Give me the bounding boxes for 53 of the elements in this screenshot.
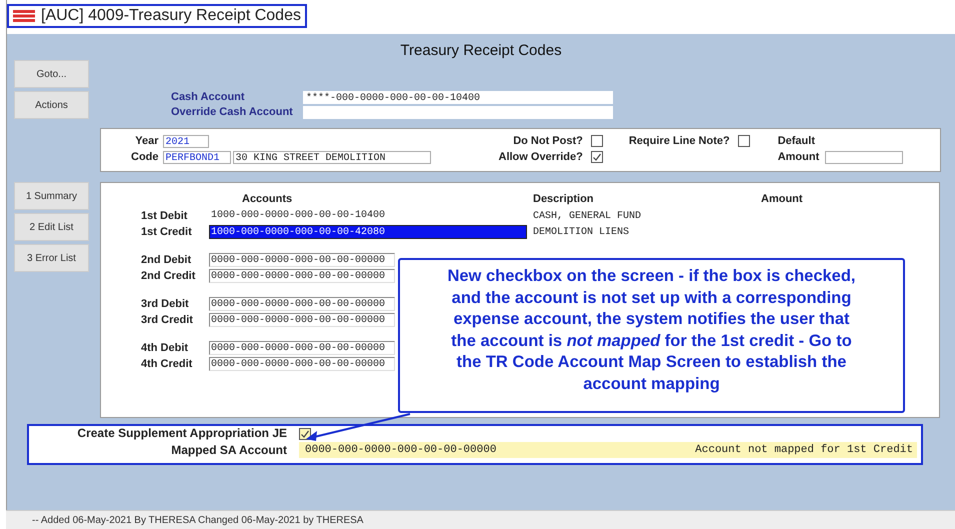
- field-label: Year: [134, 135, 158, 148]
- row-label: 4th Debit: [141, 342, 190, 354]
- code-description-field[interactable]: 30 KING STREET DEMOLITION: [232, 151, 430, 164]
- account-field[interactable]: 0000-000-0000-000-00-00-00000: [209, 297, 395, 311]
- side-button[interactable]: Actions: [14, 91, 89, 119]
- row-label: 3rd Credit: [141, 314, 194, 326]
- field-label: Default: [778, 135, 816, 148]
- field-label: Amount: [778, 151, 820, 164]
- column-header: Description: [533, 193, 595, 207]
- screen-title: Treasury Receipt Codes: [399, 42, 563, 60]
- account-field[interactable]: 0000-000-0000-000-00-00-00000: [209, 269, 395, 283]
- account-field[interactable]: 1000-000-0000-000-00-00-42080: [209, 225, 527, 239]
- year-field[interactable]: 2021: [162, 135, 208, 148]
- row-label: 1st Debit: [141, 210, 188, 222]
- checkbox[interactable]: [738, 135, 750, 147]
- field-label: Override Cash Account: [171, 106, 294, 119]
- checkbox-label: Do Not Post?: [512, 135, 583, 148]
- row-label: 2nd Credit: [141, 270, 196, 282]
- account-field[interactable]: 0000-000-0000-000-00-00-00000: [209, 357, 395, 371]
- checkbox[interactable]: [590, 135, 603, 147]
- account-number: 1000-000-0000-000-00-00-10400: [210, 209, 386, 223]
- callout-note: New checkbox on the screen - if the box is checked, and the account is not set up with a corresponding expense account, the system notifies the user that the account is not mapped for the 1st credit - Go to the TR Code Account Map Screen to establish the account mapping: [398, 258, 905, 413]
- account-description: CASH, GENERAL FUND: [533, 210, 642, 222]
- account-field[interactable]: 0000-000-0000-000-00-00-00000: [209, 313, 395, 327]
- account-description: DEMOLITION LIENS: [533, 226, 630, 238]
- row-label: 3rd Debit: [141, 298, 190, 310]
- app-logo-icon: [13, 10, 35, 22]
- column-header: Accounts: [242, 193, 294, 207]
- side-button[interactable]: 1 Summary: [14, 182, 89, 210]
- side-button[interactable]: 2 Edit List: [14, 213, 89, 241]
- override-cash-account-field[interactable]: [303, 106, 613, 119]
- field-label: Code: [131, 151, 158, 164]
- default-amount-field[interactable]: [825, 151, 904, 164]
- field-label: Cash Account: [171, 91, 246, 104]
- cash-account-field[interactable]: ****-000-0000-000-00-00-10400: [303, 91, 613, 104]
- status-bar: -- Added 06-May-2021 By THERESA Changed 06-May-2021 by THERESA: [6, 510, 955, 529]
- row-label: 2nd Debit: [141, 254, 192, 266]
- row-label: 4th Credit: [141, 358, 194, 370]
- code-field[interactable]: PERFBOND1: [162, 151, 230, 164]
- row-label: 1st Credit: [141, 226, 193, 238]
- column-header: Amount: [761, 193, 803, 207]
- account-field[interactable]: 0000-000-0000-000-00-00-00000: [209, 253, 395, 267]
- checkbox-label: Require Line Note?: [628, 135, 730, 148]
- side-button[interactable]: 3 Error List: [14, 244, 89, 272]
- checkbox[interactable]: [590, 151, 603, 163]
- field-label: Mapped SA Account: [170, 444, 287, 456]
- side-button[interactable]: Goto...: [14, 60, 89, 88]
- checkbox-label: Create Supplement Appropriation JE: [76, 427, 287, 440]
- checkbox[interactable]: [299, 428, 311, 440]
- window-title: [AUC] 4009-Treasury Receipt Codes: [41, 7, 301, 25]
- account-field[interactable]: 0000-000-0000-000-00-00-00000: [209, 341, 395, 355]
- mapped-account-field[interactable]: 0000-000-0000-000-00-00-00000 Account not mapped for 1st Credit: [299, 442, 917, 458]
- checkbox-label: Allow Override?: [498, 151, 583, 164]
